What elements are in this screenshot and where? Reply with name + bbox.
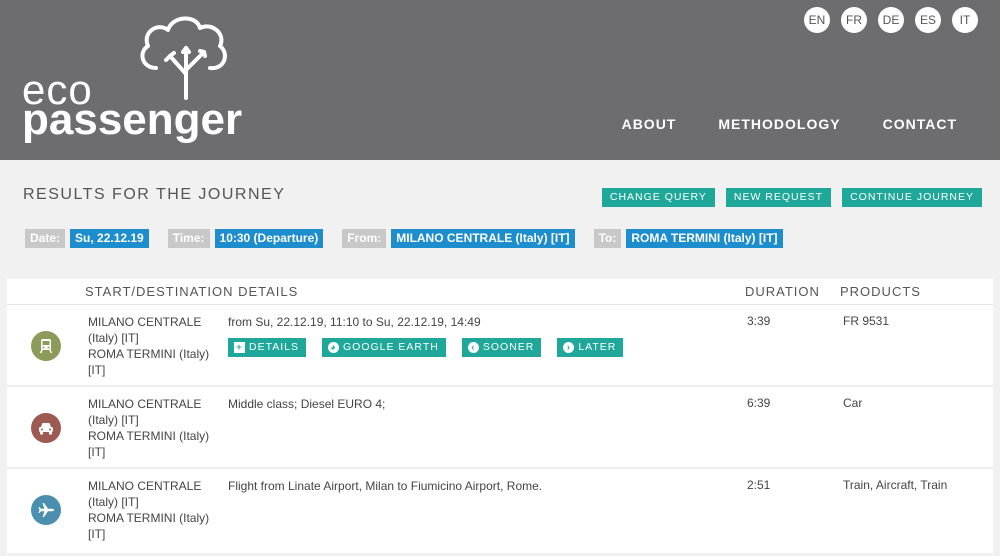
from-value: MILANO CENTRALE (Italy) [IT] bbox=[391, 229, 575, 248]
route-detail: Flight from Linate Airport, Milan to Fiu… bbox=[228, 479, 543, 493]
language-switcher: EN FR DE ES IT bbox=[804, 7, 978, 33]
header-duration: DURATION bbox=[745, 284, 820, 299]
duration-value: 2:51 bbox=[747, 478, 771, 492]
products-value: Car bbox=[843, 396, 863, 410]
car-icon bbox=[31, 413, 61, 443]
table-row: MILANO CENTRALE (Italy) [IT] ROMA TERMIN… bbox=[7, 387, 993, 469]
to-group: To: ROMA TERMINI (Italy) [IT] bbox=[593, 229, 783, 248]
row-actions: + DETAILS ◕ GOOGLE EARTH ‹ SOONER › LATE… bbox=[228, 338, 624, 357]
duration-value: 6:39 bbox=[747, 396, 771, 410]
tree-cloud-icon bbox=[140, 16, 227, 100]
later-button[interactable]: › LATER bbox=[557, 338, 624, 357]
details-button[interactable]: + DETAILS bbox=[228, 338, 306, 357]
time-group: Time: 10:30 (Departure) bbox=[167, 229, 324, 248]
to-label: To: bbox=[593, 229, 622, 248]
main-nav: ABOUT METHODOLOGY CONTACT bbox=[622, 116, 957, 132]
route-text: MILANO CENTRALE (Italy) [IT] ROMA TERMIN… bbox=[88, 314, 218, 378]
destination-station: ROMA TERMINI (Italy) [IT] bbox=[88, 511, 210, 541]
nav-methodology-link[interactable]: METHODOLOGY bbox=[718, 116, 840, 132]
header-details: START/DESTINATION DETAILS bbox=[85, 284, 299, 299]
nav-about-link[interactable]: ABOUT bbox=[622, 116, 677, 132]
time-label: Time: bbox=[167, 229, 210, 248]
products-value: FR 9531 bbox=[843, 314, 890, 328]
lang-fr-button[interactable]: FR bbox=[841, 7, 867, 33]
details-label: DETAILS bbox=[249, 341, 299, 353]
table-header: START/DESTINATION DETAILS DURATION PRODU… bbox=[7, 279, 993, 305]
start-station: MILANO CENTRALE (Italy) [IT] bbox=[88, 397, 202, 427]
google-earth-button[interactable]: ◕ GOOGLE EARTH bbox=[321, 338, 446, 357]
arrow-left-icon: ‹ bbox=[467, 342, 479, 353]
arrow-right-icon: › bbox=[563, 342, 575, 353]
destination-station: ROMA TERMINI (Italy) [IT] bbox=[88, 429, 210, 459]
from-label: From: bbox=[342, 229, 387, 248]
time-value: 10:30 (Departure) bbox=[214, 229, 324, 248]
ecopassenger-logo[interactable]: eco passenger bbox=[22, 12, 262, 142]
continue-journey-button[interactable]: CONTINUE JOURNEY bbox=[842, 188, 982, 207]
change-query-button[interactable]: CHANGE QUERY bbox=[601, 188, 715, 207]
route-detail: from Su, 22.12.19, 11:10 to Su, 22.12.19… bbox=[228, 315, 481, 329]
lang-en-button[interactable]: EN bbox=[804, 7, 830, 33]
duration-value: 3:39 bbox=[747, 314, 771, 328]
plus-icon: + bbox=[234, 342, 245, 353]
start-station: MILANO CENTRALE (Italy) [IT] bbox=[88, 315, 202, 345]
results-title: RESULTS FOR THE JOURNEY bbox=[23, 186, 286, 203]
journey-summary: Date: Su, 22.12.19 Time: 10:30 (Departur… bbox=[25, 229, 802, 248]
lang-it-button[interactable]: IT bbox=[952, 7, 978, 33]
later-label: LATER bbox=[578, 341, 617, 353]
airplane-icon bbox=[31, 495, 61, 525]
date-value: Su, 22.12.19 bbox=[70, 229, 149, 248]
results-actions: CHANGE QUERY NEW REQUEST CONTINUE JOURNE… bbox=[601, 188, 982, 207]
table-row: MILANO CENTRALE (Italy) [IT] ROMA TERMIN… bbox=[7, 469, 993, 553]
sooner-label: SOONER bbox=[482, 341, 535, 353]
lang-de-button[interactable]: DE bbox=[878, 7, 904, 33]
sooner-button[interactable]: ‹ SOONER bbox=[461, 338, 542, 357]
route-text: MILANO CENTRALE (Italy) [IT] ROMA TERMIN… bbox=[88, 478, 218, 542]
lang-es-button[interactable]: ES bbox=[915, 7, 941, 33]
route-text: MILANO CENTRALE (Italy) [IT] ROMA TERMIN… bbox=[88, 396, 218, 460]
date-label: Date: bbox=[25, 229, 66, 248]
nav-contact-link[interactable]: CONTACT bbox=[883, 116, 957, 132]
logo-text-passenger: passenger bbox=[22, 95, 243, 144]
destination-station: ROMA TERMINI (Italy) [IT] bbox=[88, 347, 210, 377]
train-icon bbox=[31, 331, 61, 361]
globe-icon: ◕ bbox=[327, 342, 339, 353]
table-row: MILANO CENTRALE (Italy) [IT] ROMA TERMIN… bbox=[7, 305, 993, 387]
results-table: START/DESTINATION DETAILS DURATION PRODU… bbox=[7, 279, 993, 553]
products-value: Train, Aircraft, Train bbox=[843, 478, 948, 492]
google-earth-label: GOOGLE EARTH bbox=[342, 341, 439, 353]
route-detail: Middle class; Diesel EURO 4; bbox=[228, 397, 386, 411]
new-request-button[interactable]: NEW REQUEST bbox=[725, 188, 832, 207]
site-header: eco passenger EN FR DE ES IT ABOUT METHO… bbox=[0, 0, 1000, 160]
to-value: ROMA TERMINI (Italy) [IT] bbox=[626, 229, 783, 248]
header-products: PRODUCTS bbox=[840, 284, 921, 299]
start-station: MILANO CENTRALE (Italy) [IT] bbox=[88, 479, 202, 509]
date-group: Date: Su, 22.12.19 bbox=[25, 229, 149, 248]
from-group: From: MILANO CENTRALE (Italy) [IT] bbox=[342, 229, 575, 248]
